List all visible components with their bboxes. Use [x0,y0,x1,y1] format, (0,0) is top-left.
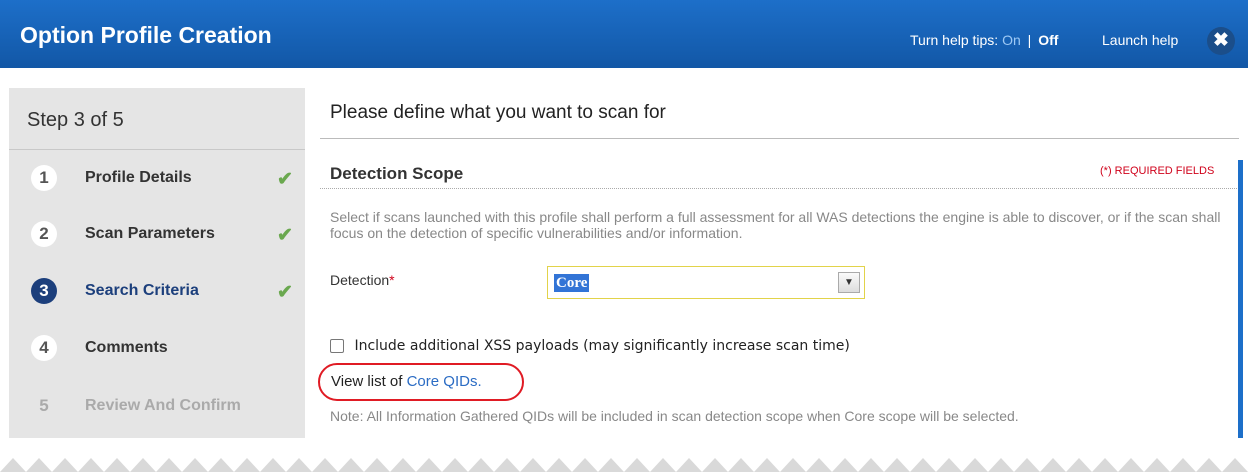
page-title: Please define what you want to scan for [330,102,666,123]
step-number: 4 [31,335,57,361]
close-icon[interactable]: ✖ [1207,27,1235,55]
step-label: Comments [85,339,168,356]
detection-select[interactable]: Core ▼ [547,266,865,299]
chevron-down-icon[interactable]: ▼ [838,272,860,293]
detection-selected-value: Core [554,274,590,292]
sidebar-step-review-and-confirm: 5 Review And Confirm [9,378,305,434]
sidebar-step-search-criteria[interactable]: 3 Search Criteria ✔ [9,263,305,319]
core-qids-line: View list of Core QIDs. [331,373,482,390]
detection-label-text: Detection [330,272,390,288]
step-label: Scan Parameters [85,225,215,242]
step-label: Profile Details [85,169,192,186]
step-counter: Step 3 of 5 [27,109,124,131]
detection-label: Detection* [330,272,395,288]
check-icon: ✔ [277,282,293,303]
check-icon: ✔ [277,225,293,246]
section-divider [320,188,1239,189]
check-icon: ✔ [277,169,293,190]
section-title: Detection Scope [330,164,464,183]
xss-checkbox[interactable] [330,338,344,353]
title-bar: Option Profile Creation Turn help tips: … [0,0,1248,68]
torn-edge [0,438,1248,472]
required-fields-note: (*) REQUIRED FIELDS [1100,165,1215,177]
help-tips-label: Turn help tips: [910,32,999,48]
step-header: Step 3 of 5 [9,88,305,150]
step-number: 1 [31,165,57,191]
step-number: 5 [39,396,49,415]
window-title: Option Profile Creation [20,22,272,48]
wizard-sidebar: Step 3 of 5 1 Profile Details ✔ 2 Scan P… [9,88,305,472]
xss-option: Include additional XSS payloads (may sig… [330,337,850,355]
help-tips-toggle: Turn help tips: On | Off [910,32,1058,48]
step-number: 2 [31,221,57,247]
xss-checkbox-label[interactable]: Include additional XSS payloads (may sig… [354,338,849,354]
help-tips-on-link[interactable]: On [1002,32,1021,48]
scope-note: Note: All Information Gathered QIDs will… [330,408,1019,424]
sidebar-step-scan-parameters[interactable]: 2 Scan Parameters ✔ [9,206,305,262]
heading-divider [320,138,1239,139]
core-qids-prefix: View list of [331,373,407,390]
required-marker: * [389,272,395,288]
step-number: 3 [31,278,57,304]
step-label: Search Criteria [85,282,199,299]
help-tips-separator: | [1027,32,1032,48]
section-description: Select if scans launched with this profi… [330,209,1221,241]
core-qids-link[interactable]: Core QIDs. [407,373,482,390]
sidebar-step-comments[interactable]: 4 Comments [9,320,305,376]
launch-help-link[interactable]: Launch help [1102,32,1178,48]
scrollbar[interactable] [1238,160,1243,460]
step-label: Review And Confirm [85,397,241,414]
help-tips-off-link[interactable]: Off [1038,32,1058,48]
sidebar-step-profile-details[interactable]: 1 Profile Details ✔ [9,150,305,206]
